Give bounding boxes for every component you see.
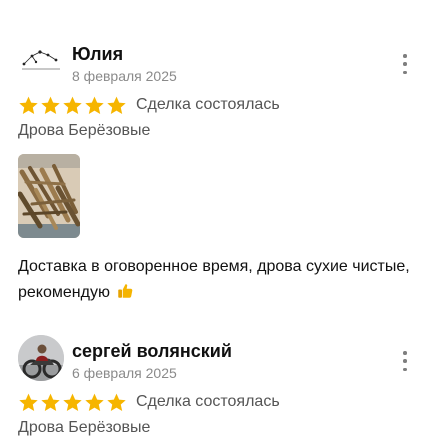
- review-date: 6 февраля 2025: [72, 365, 177, 381]
- review-text: Доставка в оговоренное время, дрова сухи…: [18, 254, 418, 306]
- star-icon: [63, 96, 82, 114]
- star-icon: [41, 96, 60, 114]
- rating-row: Сделка состоялась: [18, 94, 280, 116]
- star-icon: [85, 96, 104, 114]
- star-icon: [19, 393, 38, 411]
- avatar-logo-icon: [22, 50, 60, 70]
- avatar[interactable]: [18, 335, 64, 381]
- star-icon: [85, 393, 104, 411]
- avatar[interactable]: [18, 38, 64, 84]
- star-icon: [63, 393, 82, 411]
- rating-stars: [18, 392, 127, 413]
- rating-stars: [18, 95, 127, 116]
- review-date: 8 февраля 2025: [72, 68, 177, 84]
- thumbs-up-icon: [118, 284, 133, 298]
- star-icon: [107, 96, 126, 114]
- deal-status: Сделка состоялась: [136, 96, 280, 113]
- product-name[interactable]: Дрова Берёзовые: [18, 122, 150, 140]
- product-name[interactable]: Дрова Берёзовые: [18, 419, 150, 437]
- review-text-content: Доставка в оговоренное время, дрова сухи…: [18, 258, 410, 301]
- deal-status: Сделка состоялась: [136, 393, 280, 410]
- avatar-photo: [18, 335, 64, 381]
- star-icon: [19, 96, 38, 114]
- author-name[interactable]: сергей волянский: [72, 341, 232, 362]
- rating-row: Сделка состоялась: [18, 391, 280, 413]
- more-vertical-icon[interactable]: [398, 351, 412, 371]
- more-vertical-icon[interactable]: [398, 54, 412, 74]
- star-icon: [107, 393, 126, 411]
- star-icon: [41, 393, 60, 411]
- firewood-photo: [18, 154, 80, 238]
- review-photo[interactable]: [18, 154, 80, 238]
- author-name[interactable]: Юлия: [72, 44, 123, 65]
